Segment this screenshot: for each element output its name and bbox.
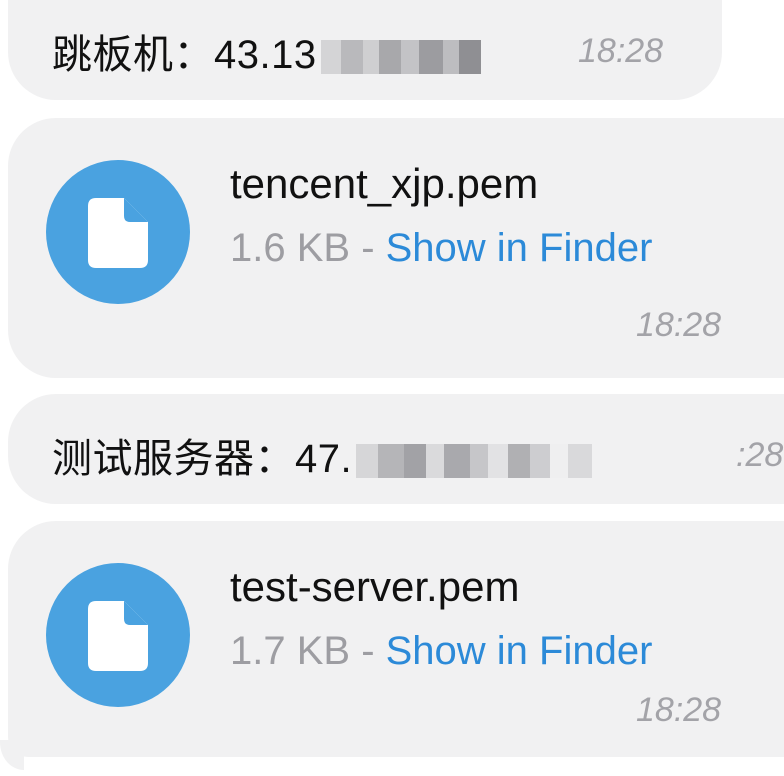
file-icon[interactable]	[46, 160, 190, 304]
message-time: 18:28	[636, 691, 722, 729]
message-time: 18:28	[578, 32, 664, 70]
message-time: :28	[736, 436, 784, 474]
message-bubble-test-server[interactable]: 测试服务器：47. :28	[8, 394, 784, 504]
file-meta: 1.7 KB - Show in Finder	[230, 629, 652, 674]
show-in-finder-link[interactable]: Show in Finder	[386, 226, 653, 270]
file-name: test-server.pem	[230, 563, 520, 610]
redacted-pixelation	[320, 40, 481, 75]
document-icon	[88, 601, 148, 671]
file-message-test-server[interactable]: test-server.pem 1.7 KB - Show in Finder …	[8, 521, 784, 757]
message-label: 测试服务器：	[52, 437, 295, 481]
redacted-pixelation	[356, 444, 593, 479]
message-time: 18:28	[636, 306, 722, 344]
message-ip-visible: 43.13	[214, 33, 317, 77]
meta-separator: -	[350, 629, 386, 673]
file-size: 1.6 KB	[230, 226, 351, 270]
message-ip-visible: 47.	[295, 437, 353, 481]
message-text[interactable]: 测试服务器：47.	[52, 426, 593, 484]
chat-history: 跳板机：43.13 18:28 tencent_xjp.pem 1.6 KB -…	[0, 0, 784, 776]
message-text[interactable]: 跳板机：43.13	[52, 22, 481, 80]
file-icon[interactable]	[46, 563, 190, 707]
show-in-finder-link[interactable]: Show in Finder	[386, 629, 653, 673]
file-size: 1.7 KB	[230, 629, 351, 673]
bubble-tail	[0, 740, 24, 770]
file-meta: 1.6 KB - Show in Finder	[230, 226, 652, 271]
message-bubble-jump-host[interactable]: 跳板机：43.13 18:28	[8, 0, 722, 100]
file-message-tencent[interactable]: tencent_xjp.pem 1.6 KB - Show in Finder …	[8, 118, 784, 378]
document-icon	[88, 198, 148, 268]
meta-separator: -	[350, 226, 386, 270]
file-name: tencent_xjp.pem	[230, 160, 539, 207]
message-label: 跳板机：	[52, 33, 214, 77]
